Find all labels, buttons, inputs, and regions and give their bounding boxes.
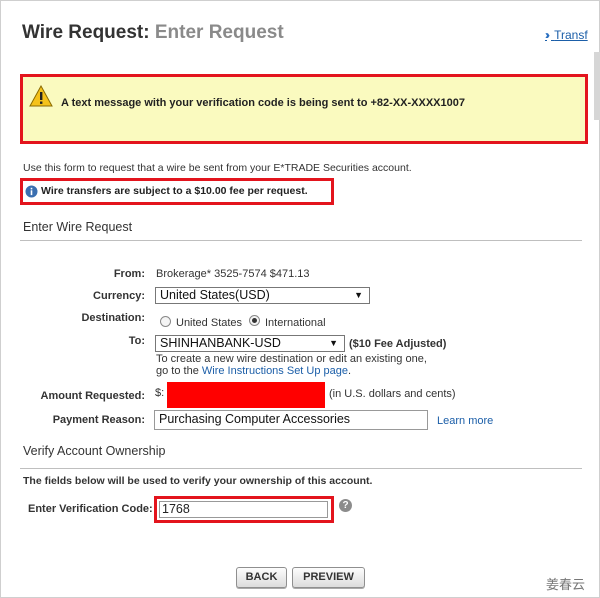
fee-adjusted: ($10 Fee Adjusted) bbox=[349, 338, 447, 350]
amount-input-redacted[interactable] bbox=[167, 382, 325, 408]
radio-united-states[interactable] bbox=[160, 316, 171, 327]
warning-icon bbox=[29, 85, 53, 107]
divider bbox=[20, 468, 582, 469]
to-help-line1: To create a new wire destination or edit… bbox=[156, 353, 427, 365]
radio-united-states-label: United States bbox=[176, 317, 243, 329]
verify-note: The fields below will be used to verify … bbox=[23, 475, 373, 487]
preview-button[interactable]: PREVIEW bbox=[292, 567, 365, 588]
verification-code-input[interactable]: 1768 bbox=[159, 501, 328, 518]
title-sub: Enter Request bbox=[154, 22, 284, 43]
section-enter-wire: Enter Wire Request bbox=[23, 220, 133, 234]
to-value: SHINHANBANK-USD bbox=[160, 336, 281, 350]
to-help-line2: go to the Wire Instructions Set Up page. bbox=[156, 365, 351, 377]
currency-select[interactable]: United States(USD) ▼ bbox=[155, 287, 370, 304]
to-help-prefix: go to the bbox=[156, 365, 199, 377]
fee-notice: Wire transfers are subject to a $10.00 f… bbox=[20, 178, 334, 205]
radio-international[interactable] bbox=[249, 315, 260, 326]
wire-instructions-link[interactable]: Wire Instructions Set Up page bbox=[202, 365, 348, 377]
transfers-link-label: Transf bbox=[554, 28, 588, 42]
amount-prefix: $: bbox=[155, 387, 165, 399]
to-select[interactable]: SHINHANBANK-USD ▼ bbox=[155, 335, 345, 352]
destination-label: Destination: bbox=[81, 312, 145, 324]
scrollbar-thumb[interactable] bbox=[594, 52, 600, 120]
from-value: Brokerage* 3525-7574 $471.13 bbox=[156, 268, 310, 280]
intro-text: Use this form to request that a wire be … bbox=[23, 162, 412, 174]
dropdown-arrow-icon: ▼ bbox=[354, 290, 363, 300]
dropdown-arrow-icon: ▼ bbox=[329, 338, 338, 348]
reason-label: Payment Reason: bbox=[52, 414, 145, 426]
help-icon[interactable]: ? bbox=[339, 499, 352, 512]
info-icon bbox=[25, 185, 38, 198]
watermark-text: 姜春云 bbox=[546, 577, 586, 592]
radio-international-label: International bbox=[265, 317, 326, 329]
back-button[interactable]: BACK bbox=[236, 567, 287, 588]
currency-value: United States(USD) bbox=[160, 288, 270, 302]
divider bbox=[20, 240, 582, 241]
section-verify: Verify Account Ownership bbox=[23, 444, 166, 458]
to-label: To: bbox=[128, 335, 145, 347]
title-main: Wire Request: bbox=[22, 22, 150, 43]
to-help-suffix: . bbox=[348, 365, 352, 377]
currency-label: Currency: bbox=[93, 290, 145, 302]
verification-code-label: Enter Verification Code: bbox=[28, 503, 153, 515]
verification-alert: A text message with your verification co… bbox=[20, 74, 588, 144]
from-label: From: bbox=[113, 268, 145, 280]
alert-message: A text message with your verification co… bbox=[61, 97, 465, 109]
payment-reason-input[interactable]: Purchasing Computer Accessories bbox=[154, 410, 428, 430]
verification-code-highlight: 1768 bbox=[154, 496, 334, 523]
fee-notice-text: Wire transfers are subject to a $10.00 f… bbox=[41, 185, 308, 197]
amount-label: Amount Requested: bbox=[40, 390, 146, 402]
transfers-link[interactable]: ›› Transf bbox=[545, 28, 588, 42]
page-title: Wire Request: Enter Request bbox=[22, 22, 284, 44]
amount-hint: (in U.S. dollars and cents) bbox=[329, 388, 456, 400]
double-chevron-icon: ›› bbox=[545, 28, 550, 42]
learn-more-link[interactable]: Learn more bbox=[437, 415, 493, 427]
